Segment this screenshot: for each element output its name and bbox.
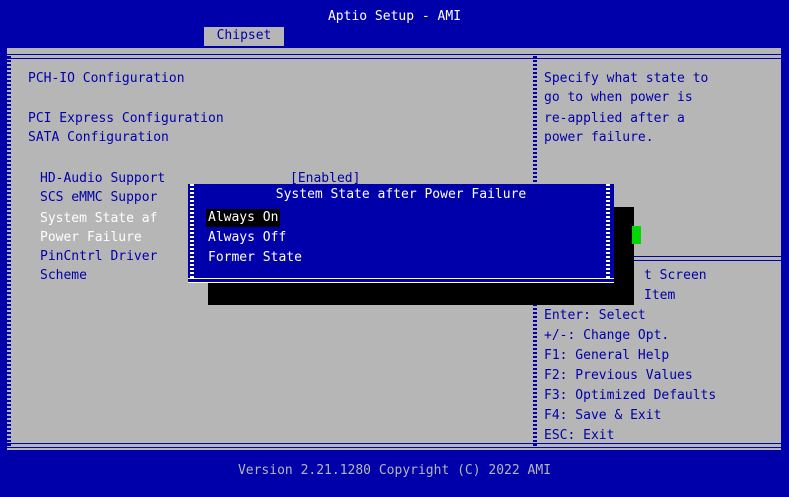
popup-option-always-on[interactable]: Always On: [206, 209, 281, 227]
popup-option-former-state[interactable]: Former State: [206, 249, 304, 267]
setting-hd-audio-label[interactable]: HD-Audio Support: [40, 170, 165, 188]
setting-scheme-label[interactable]: Scheme: [40, 267, 87, 285]
key-item: Item: [644, 288, 676, 303]
frame-top-border: [7, 54, 781, 59]
link-sata[interactable]: SATA Configuration: [28, 129, 169, 147]
version-footer: Version 2.21.1280 Copyright (C) 2022 AMI: [237, 463, 552, 478]
key-f3: F3: Optimized Defaults: [544, 388, 717, 403]
help-line-4: power failure.: [544, 130, 654, 145]
frame-left-border: [7, 56, 11, 446]
setting-scs-emmc-label[interactable]: SCS eMMC Suppor: [40, 189, 157, 207]
popup-bottom-border: [188, 278, 614, 283]
link-pci-express[interactable]: PCI Express Configuration: [28, 110, 224, 128]
setting-pincntrl-label[interactable]: PinCntrl Driver: [40, 248, 157, 266]
key-change-opt: +/-: Change Opt.: [544, 328, 670, 343]
section-title: PCH-IO Configuration: [28, 71, 185, 86]
tab-chipset[interactable]: Chipset: [204, 27, 284, 46]
help-line-1: Specify what state to: [544, 71, 709, 86]
help-line-3: re-applied after a: [544, 111, 685, 126]
key-f1: F1: General Help: [544, 348, 670, 363]
cursor-block: [632, 226, 641, 244]
popup-title: System State after Power Failure: [275, 187, 527, 202]
setting-system-state-label[interactable]: System State af: [40, 210, 157, 228]
app-title: Aptio Setup - AMI: [327, 9, 462, 24]
popup-left-border: [190, 184, 194, 280]
key-f2: F2: Previous Values: [544, 368, 693, 383]
key-f4: F4: Save & Exit: [544, 408, 662, 423]
popup-option-always-off[interactable]: Always Off: [206, 229, 288, 247]
key-screen: t Screen: [644, 268, 707, 283]
key-esc: ESC: Exit: [544, 428, 615, 443]
frame-bottom-border: [7, 443, 781, 448]
setting-power-failure-label[interactable]: Power Failure: [40, 229, 142, 247]
key-enter: Enter: Select: [544, 308, 646, 323]
popup-right-border: [606, 184, 610, 280]
help-line-2: go to when power is: [544, 90, 693, 105]
